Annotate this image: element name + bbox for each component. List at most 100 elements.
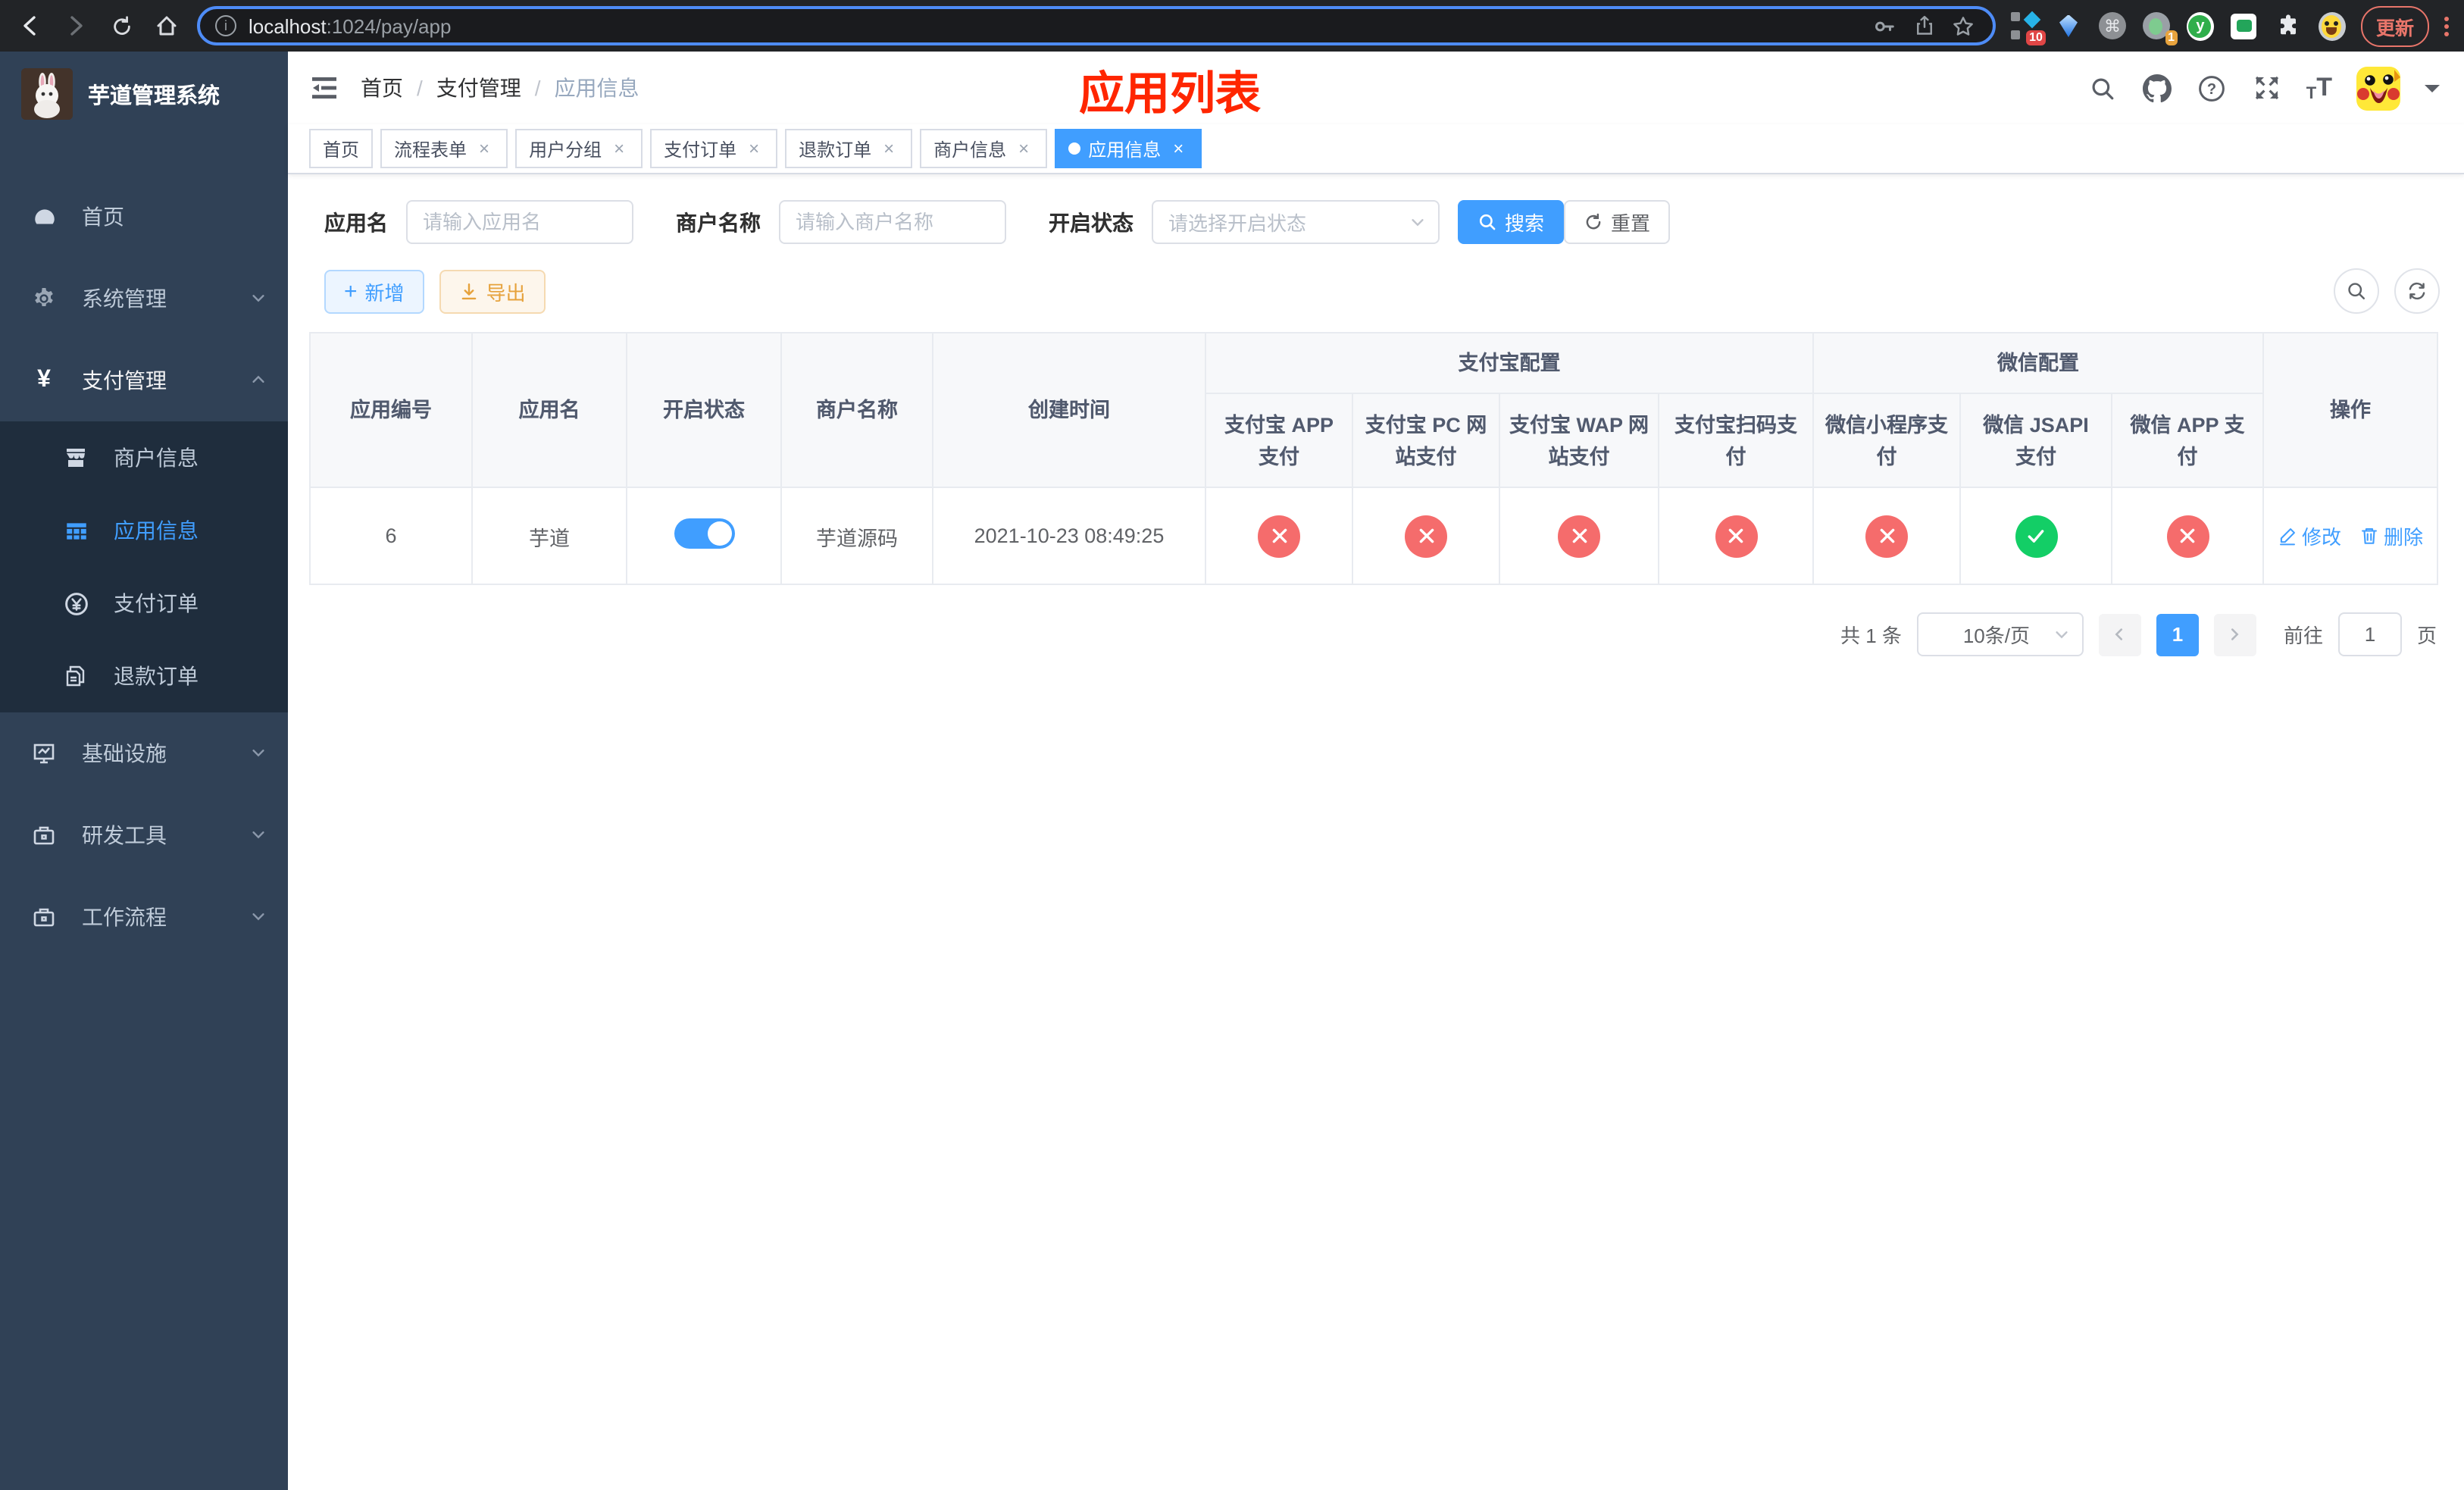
- app-name-input[interactable]: [406, 200, 633, 244]
- col-app-id: 应用编号: [309, 332, 473, 488]
- back-icon[interactable]: [15, 11, 45, 41]
- extensions-puzzle-icon[interactable]: [2275, 12, 2302, 39]
- sidebar-fold-icon[interactable]: [309, 73, 339, 103]
- cell-created: 2021-10-23 08:49:25: [932, 487, 1206, 585]
- sidebar-item-dev-tools[interactable]: 研发工具: [0, 794, 288, 876]
- close-icon[interactable]: ×: [474, 138, 494, 159]
- close-icon[interactable]: ×: [1014, 138, 1033, 159]
- extension-devtools-icon[interactable]: 10: [2010, 11, 2046, 45]
- tab-user-group[interactable]: 用户分组 ×: [515, 129, 643, 168]
- password-key-icon[interactable]: [1871, 12, 1899, 39]
- edit-link[interactable]: 修改: [2278, 521, 2341, 550]
- status-select[interactable]: 请选择开启状态: [1152, 200, 1440, 244]
- col-created: 创建时间: [932, 332, 1206, 488]
- user-avatar[interactable]: [2356, 66, 2400, 110]
- sidebar-item-workflow[interactable]: 工作流程: [0, 876, 288, 958]
- tab-refund-order[interactable]: 退款订单 ×: [785, 129, 913, 168]
- extension-gem-icon[interactable]: [2055, 12, 2082, 39]
- extension-command-icon[interactable]: ⌘: [2098, 12, 2126, 39]
- close-icon[interactable]: ×: [744, 138, 764, 159]
- extension-y-icon[interactable]: y: [2186, 11, 2214, 40]
- toggle-search-button[interactable]: [2334, 268, 2379, 314]
- url-text[interactable]: localhost:1024/pay/app: [249, 14, 1859, 37]
- page-number-button[interactable]: 1: [2156, 613, 2199, 656]
- breadcrumb-separator: /: [534, 76, 541, 100]
- profile-avatar-icon[interactable]: [2318, 11, 2346, 40]
- extension-badge: 10: [2026, 30, 2046, 45]
- col-wechat-app: 微信 APP 支付: [2110, 393, 2265, 488]
- home-icon[interactable]: [152, 11, 182, 41]
- table-row: 6 芋道 芋道源码 2021-10-23 08:49:25 修改 删除: [309, 487, 2439, 585]
- goto-page-input[interactable]: [2337, 612, 2402, 656]
- export-button[interactable]: 导出: [439, 269, 546, 313]
- extension-recorder-icon[interactable]: 1: [2142, 12, 2178, 45]
- sidebar-item-infra[interactable]: 基础设施: [0, 712, 288, 794]
- sidebar-item-merchant-info[interactable]: 商户信息: [0, 421, 288, 494]
- tab-app-info[interactable]: 应用信息 ×: [1055, 129, 1202, 168]
- close-icon[interactable]: ×: [879, 138, 899, 159]
- download-icon: [461, 283, 476, 299]
- close-icon[interactable]: ×: [609, 138, 629, 159]
- logo-row[interactable]: 芋道管理系统: [0, 52, 288, 136]
- next-page-button[interactable]: [2213, 613, 2256, 656]
- extension-badge: 1: [2165, 30, 2178, 45]
- reset-button[interactable]: 重置: [1564, 200, 1671, 244]
- search-button[interactable]: 搜索: [1458, 200, 1565, 244]
- col-merchant: 商户名称: [780, 332, 933, 488]
- status-toggle[interactable]: [674, 518, 734, 549]
- prev-page-button[interactable]: [2098, 613, 2141, 656]
- cell-actions: 修改 删除: [2262, 487, 2439, 585]
- page-annotation-title: 应用列表: [1079, 70, 1261, 120]
- tab-home[interactable]: 首页: [309, 129, 374, 168]
- chevron-down-icon: [250, 905, 267, 929]
- delete-link[interactable]: 删除: [2359, 521, 2423, 550]
- trash-icon: [2362, 528, 2378, 544]
- payment-submenu: 商户信息 应用信息 支付订单 退款订单: [0, 421, 288, 712]
- sidebar-item-app-info[interactable]: 应用信息: [0, 494, 288, 567]
- page-size-select[interactable]: 10条/页: [1916, 612, 2084, 656]
- sidebar-item-home[interactable]: 首页: [0, 176, 288, 258]
- sidebar-item-label: 基础设施: [82, 741, 167, 765]
- sidebar-menu: 首页 系统管理 ¥ 支付管理 商户信息 应用信息 支付订单 退款订单 基础设施 …: [0, 176, 288, 958]
- extension-chat-icon[interactable]: [2231, 12, 2258, 39]
- add-button[interactable]: + 新增: [324, 269, 424, 313]
- table-toolbar: + 新增 导出: [324, 268, 2443, 314]
- browser-menu-icon[interactable]: [2444, 16, 2449, 36]
- toolbox-icon: [30, 903, 58, 931]
- header-actions: ? TT: [2088, 66, 2440, 110]
- site-info-icon[interactable]: i: [215, 15, 236, 36]
- sidebar-item-label: 支付订单: [114, 591, 199, 615]
- github-icon[interactable]: [2143, 73, 2173, 103]
- browser-update-button[interactable]: 更新: [2360, 5, 2429, 46]
- breadcrumb-home[interactable]: 首页: [361, 73, 403, 103]
- tab-pay-order[interactable]: 支付订单 ×: [650, 129, 778, 168]
- sidebar-item-pay-order[interactable]: 支付订单: [0, 567, 288, 640]
- forward-icon[interactable]: [61, 11, 91, 41]
- tab-merchant-info[interactable]: 商户信息 ×: [920, 129, 1048, 168]
- font-size-icon[interactable]: TT: [2306, 73, 2332, 103]
- merchant-name-input[interactable]: [779, 200, 1006, 244]
- app-title: 芋道管理系统: [88, 84, 220, 108]
- gear-icon: [30, 285, 58, 312]
- svg-text:?: ?: [2208, 80, 2217, 97]
- bookmark-star-icon[interactable]: [1950, 12, 1978, 39]
- avatar-caret-icon[interactable]: [2425, 84, 2440, 99]
- toolbox-icon: [30, 822, 58, 849]
- fullscreen-icon[interactable]: [2252, 73, 2282, 103]
- sidebar-item-payment[interactable]: ¥ 支付管理: [0, 340, 288, 421]
- address-bar[interactable]: i localhost:1024/pay/app: [197, 6, 1996, 45]
- cell-app-name: 芋道: [471, 487, 627, 585]
- sidebar-item-system[interactable]: 系统管理: [0, 258, 288, 340]
- breadcrumb-payment[interactable]: 支付管理: [436, 73, 521, 103]
- reload-icon[interactable]: [106, 11, 136, 41]
- help-icon[interactable]: ?: [2197, 73, 2228, 103]
- sidebar: 芋道管理系统 首页 系统管理 ¥ 支付管理 商户信息 应用信息 支付订单 退款订…: [0, 52, 288, 1490]
- share-icon[interactable]: [1911, 12, 1938, 39]
- sidebar-item-refund-order[interactable]: 退款订单: [0, 640, 288, 712]
- header-search-icon[interactable]: [2088, 73, 2118, 103]
- sidebar-item-label: 应用信息: [114, 518, 199, 543]
- cell-merchant: 芋道源码: [780, 487, 933, 585]
- close-icon[interactable]: ×: [1168, 138, 1188, 159]
- tab-process-form[interactable]: 流程表单 ×: [380, 129, 508, 168]
- refresh-table-button[interactable]: [2394, 268, 2440, 314]
